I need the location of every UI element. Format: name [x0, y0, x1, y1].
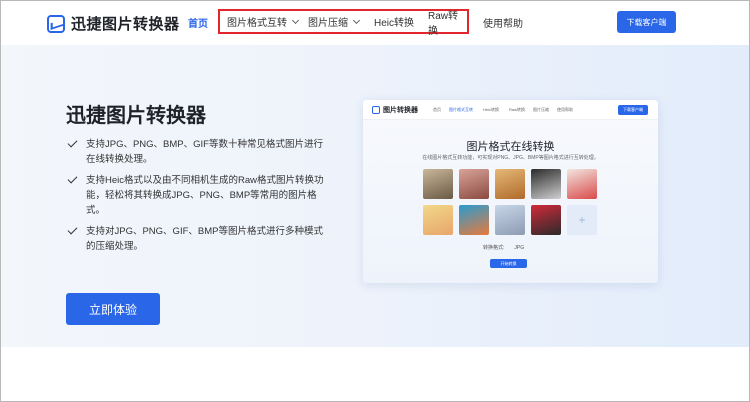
feature-item: 支持Heic格式以及由不同相机生成的Raw格式图片转换功能，轻松将其转换成JPG…: [66, 173, 331, 218]
preview-nav-item: Heic转换: [483, 107, 500, 112]
sample-photo: [567, 169, 597, 199]
preview-nav-item: Raw转换: [509, 107, 526, 112]
nav-heic-convert[interactable]: Heic转换: [374, 14, 414, 29]
format-value: JPG: [514, 244, 525, 251]
nav-label: Raw转换: [428, 10, 459, 37]
preview-subtitle: 在线图片格式互转功能，可实现对PNG、JPG、BMP等图片格式进行互转处理。: [422, 155, 599, 161]
chevron-down-icon: [352, 16, 361, 24]
nav-label: 图片压缩: [308, 18, 348, 29]
hero-section: 迅捷图片转换器 支持JPG、PNG、BMP、GIF等数十种常见格式图片进行在线转…: [1, 45, 749, 347]
hero-title: 迅捷图片转换器: [66, 105, 206, 127]
preview-nav-item: 图片格式互转: [449, 107, 473, 112]
check-icon: [67, 137, 78, 148]
feature-item: 支持对JPG、PNG、GIF、BMP等图片格式进行多种模式的压缩处理。: [66, 224, 331, 254]
page-frame: 迅捷图片转换器 首页 图片格式互转 图片压缩 Heic转换 Raw转换 使用帮助…: [0, 0, 750, 402]
highlighted-nav-group: 图片格式互转 图片压缩 Heic转换 Raw转换: [218, 7, 469, 37]
add-image-icon: +: [567, 205, 597, 235]
sample-photo: [531, 205, 561, 235]
top-navbar: 迅捷图片转换器 首页 图片格式互转 图片压缩 Heic转换 Raw转换 使用帮助…: [1, 1, 749, 45]
preview-nav-item: 图片压缩: [533, 107, 549, 112]
chevron-down-icon: [291, 16, 300, 24]
image-logo-icon: [372, 106, 380, 114]
nav-label: Heic转换: [374, 18, 415, 29]
feature-text: 支持对JPG、PNG、GIF、BMP等图片格式进行多种模式的压缩处理。: [86, 226, 323, 252]
nav-image-format-convert[interactable]: 图片格式互转: [227, 14, 300, 29]
feature-text: 支持JPG、PNG、BMP、GIF等数十种常见格式图片进行在线转换处理。: [86, 139, 323, 165]
preview-format-row: 转换格式: JPG: [483, 244, 525, 252]
brand-name: 迅捷图片转换器: [71, 16, 180, 33]
preview-convert-button: 开始转换: [490, 259, 527, 268]
nav-help[interactable]: 使用帮助: [483, 15, 523, 30]
preview-body: 图片格式在线转换 在线图片格式互转功能，可实现对PNG、JPG、BMP等图片格式…: [363, 120, 658, 283]
sample-photo: [531, 169, 561, 199]
preview-download-button: 下载客户端: [618, 105, 648, 115]
preview-nav-item: 首页: [433, 107, 441, 112]
check-icon: [67, 173, 78, 184]
sample-photo: [423, 169, 453, 199]
sample-photo: [423, 205, 453, 235]
preview-brand: 图片转换器: [383, 107, 418, 114]
sample-photo: [495, 169, 525, 199]
preview-logo: 图片转换器: [372, 105, 418, 115]
preview-title: 图片格式在线转换: [466, 141, 555, 153]
feature-list: 支持JPG、PNG、BMP、GIF等数十种常见格式图片进行在线转换处理。 支持H…: [66, 137, 331, 260]
image-logo-icon: [47, 14, 65, 33]
sample-photo: [495, 205, 525, 235]
download-client-button[interactable]: 下载客户端: [617, 11, 676, 33]
feature-text: 支持Heic格式以及由不同相机生成的Raw格式图片转换功能，轻松将其转换成JPG…: [86, 175, 324, 216]
preview-nav-item: 使用帮助: [557, 107, 573, 112]
nav-label: 图片格式互转: [227, 18, 287, 29]
feature-item: 支持JPG、PNG、BMP、GIF等数十种常见格式图片进行在线转换处理。: [66, 137, 331, 167]
sample-photo: [459, 169, 489, 199]
sample-photo: [459, 205, 489, 235]
preview-navbar: 图片转换器 首页 图片格式互转 Heic转换 Raw转换 图片压缩 使用帮助 下…: [363, 100, 658, 120]
format-label: 转换格式:: [483, 245, 505, 251]
nav-raw-convert[interactable]: Raw转换: [428, 7, 467, 37]
brand-logo[interactable]: 迅捷图片转换器: [47, 13, 180, 34]
nav-image-compress[interactable]: 图片压缩: [308, 14, 361, 29]
check-icon: [67, 224, 78, 235]
nav-home[interactable]: 首页: [188, 15, 208, 30]
try-now-button[interactable]: 立即体验: [66, 293, 160, 325]
product-preview-image: 图片转换器 首页 图片格式互转 Heic转换 Raw转换 图片压缩 使用帮助 下…: [363, 100, 658, 283]
